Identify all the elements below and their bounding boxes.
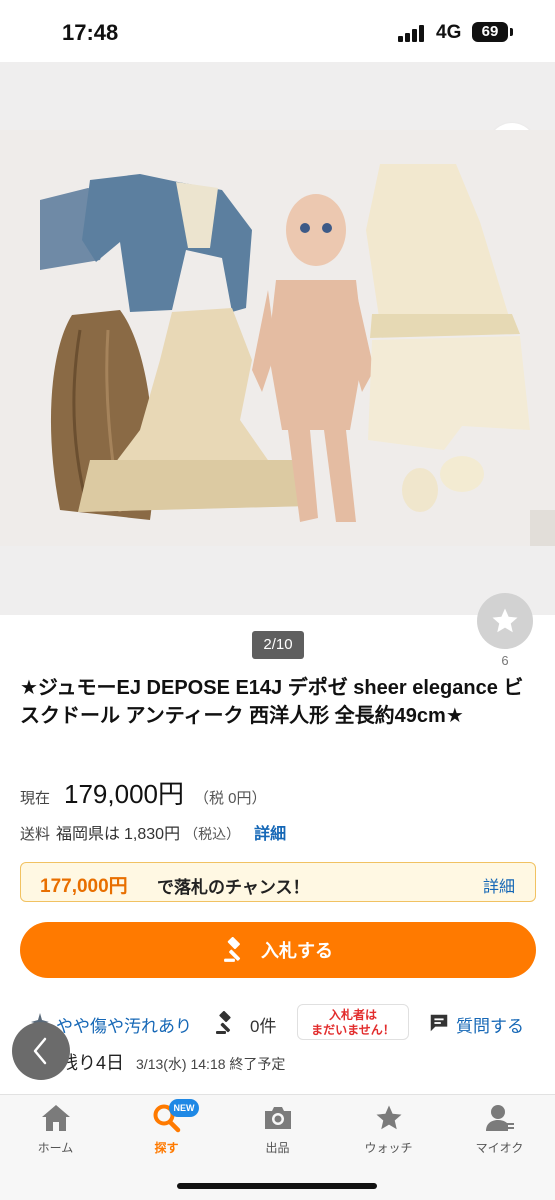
remaining-row: 残り4日 3/13(水) 14:18 終了予定 xyxy=(60,1049,285,1075)
bid-button-label: 入札する xyxy=(261,941,333,961)
no-bidder-line1: 入札者は xyxy=(328,1008,377,1022)
gavel-icon xyxy=(216,1011,231,1034)
end-time: 3/13(水) 14:18 終了予定 xyxy=(136,1056,286,1072)
watch-count: 6 xyxy=(501,653,509,668)
home-icon xyxy=(41,1105,70,1131)
product-photo[interactable] xyxy=(0,130,555,546)
no-bidder-line2: まだいません！ xyxy=(311,1023,395,1037)
product-gallery[interactable] xyxy=(0,62,555,615)
shipping-row: 送料 福岡県は 1,830円 （税込） 詳細 xyxy=(20,820,286,844)
battery-icon: 69 xyxy=(472,22,508,42)
tab-myauction[interactable]: マイオク xyxy=(444,1103,555,1163)
shipping-detail-link[interactable]: 詳細 xyxy=(254,820,286,844)
buyout-banner[interactable]: 177,000円 で落札のチャンス！ 詳細 xyxy=(20,862,536,902)
new-badge: NEW xyxy=(169,1099,199,1117)
battery-cap xyxy=(510,28,513,36)
price-tax: （税 0円） xyxy=(194,790,267,807)
person-icon xyxy=(485,1105,514,1131)
shipping-fee: 1,830円 xyxy=(124,826,181,843)
tab-label: ホーム xyxy=(37,1141,74,1155)
back-button[interactable] xyxy=(12,1022,70,1080)
no-bidder-callout: 入札者は まだいません！ xyxy=(297,1004,409,1040)
shipping-prefecture: 福岡県は xyxy=(56,826,121,843)
tab-watch[interactable]: ウォッチ xyxy=(333,1103,444,1163)
condition-link[interactable]: やや傷や汚れあり xyxy=(56,1012,192,1037)
chevron-left-icon xyxy=(33,1037,47,1065)
current-price: 179,000円 xyxy=(64,779,184,809)
watch-button[interactable] xyxy=(477,593,533,649)
shipping-label: 送料 xyxy=(20,826,51,843)
network-label: 4G xyxy=(436,22,462,43)
home-indicator xyxy=(177,1183,377,1189)
tab-label: 出品 xyxy=(265,1141,290,1155)
tab-home[interactable]: ホーム xyxy=(0,1103,111,1163)
tab-sell[interactable]: 出品 xyxy=(222,1103,333,1163)
camera-icon xyxy=(264,1107,291,1129)
question-link[interactable]: 質問する xyxy=(456,1012,524,1037)
star-icon xyxy=(492,608,518,633)
price-label: 現在 xyxy=(20,790,51,807)
tab-label: 探す xyxy=(154,1141,179,1155)
image-counter: 2/10 xyxy=(252,631,304,659)
star-icon xyxy=(376,1105,401,1130)
status-bar: 17:48 4G 69 xyxy=(0,0,555,62)
tab-label: マイオク xyxy=(475,1141,524,1155)
item-title: ★ジュモーEJ DEPOSE E14J デポゼ sheer elegance ビ… xyxy=(20,677,524,727)
tab-label: ウォッチ xyxy=(364,1141,413,1155)
buyout-text: で落札のチャンス！ xyxy=(157,878,310,897)
signal-icon xyxy=(398,24,426,42)
gavel-icon xyxy=(224,937,241,962)
buyout-price: 177,000円 xyxy=(40,876,128,897)
bid-count: 0件 xyxy=(250,1017,277,1036)
bid-button[interactable]: 入札する xyxy=(20,922,536,978)
status-time: 17:48 xyxy=(62,20,119,45)
shipping-tax: （税込） xyxy=(184,826,241,842)
chat-icon xyxy=(430,1014,448,1032)
buyout-detail-link[interactable]: 詳細 xyxy=(483,873,515,897)
price-row: 現在 179,000円 （税 0円） xyxy=(20,774,267,809)
tab-search[interactable]: NEW 探す xyxy=(111,1099,222,1163)
